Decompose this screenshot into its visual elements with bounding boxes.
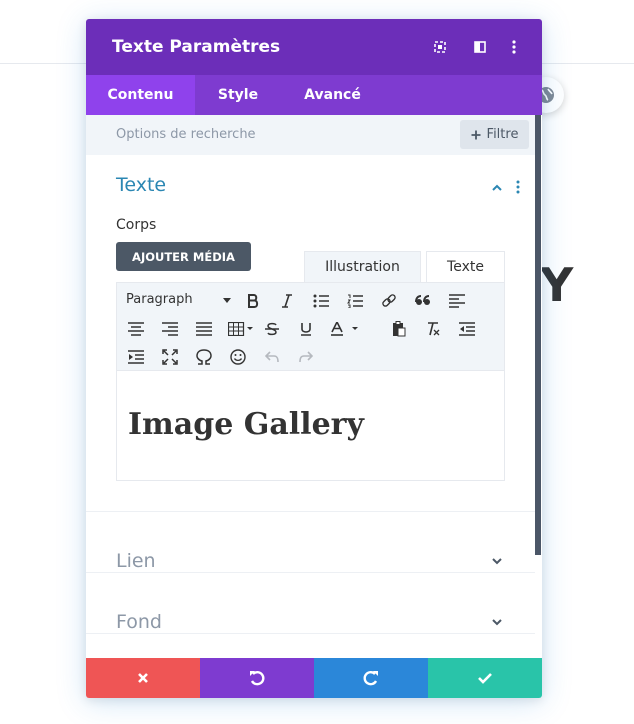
- align-right-icon[interactable]: [158, 318, 182, 340]
- numbered-list-icon[interactable]: [343, 290, 367, 312]
- align-center-icon[interactable]: [124, 318, 148, 340]
- search-input[interactable]: Options de recherche: [116, 127, 256, 142]
- close-icon: [138, 673, 148, 683]
- section-title-lien[interactable]: Lien: [116, 550, 156, 572]
- section-divider: [86, 572, 535, 573]
- editor-undo-icon[interactable]: [260, 346, 284, 368]
- indent-icon[interactable]: [124, 346, 148, 368]
- add-media-button[interactable]: AJOUTER MÉDIA: [116, 242, 251, 271]
- filter-button[interactable]: Filtre: [460, 120, 529, 149]
- background-heading-fragment: Y: [540, 258, 574, 312]
- section-title-texte[interactable]: Texte: [116, 174, 166, 196]
- italic-icon[interactable]: [275, 290, 299, 312]
- field-label-corps: Corps: [116, 217, 157, 233]
- settings-scroll-area[interactable]: Options de recherche Filtre Texte Corps …: [86, 115, 542, 658]
- align-justify-icon[interactable]: [192, 318, 216, 340]
- strikethrough-icon[interactable]: [260, 318, 284, 340]
- modal-title: Texte Paramètres: [112, 37, 281, 57]
- undo-icon: [250, 671, 265, 686]
- settings-modal: Texte Paramètres Contenu Style Avancé Op…: [86, 19, 542, 698]
- special-character-icon[interactable]: [192, 346, 216, 368]
- focus-icon[interactable]: [432, 39, 448, 55]
- section-more-icon[interactable]: [516, 180, 520, 194]
- editor-toolbar: Paragraph: [116, 282, 505, 371]
- undo-button[interactable]: [200, 658, 314, 698]
- more-vertical-icon[interactable]: [506, 39, 522, 55]
- options-search: Options de recherche Filtre: [86, 115, 535, 155]
- underline-icon[interactable]: [294, 318, 318, 340]
- filter-label: Filtre: [486, 127, 519, 142]
- format-select-value: Paragraph: [126, 292, 193, 307]
- caret-down-icon: [223, 298, 231, 303]
- redo-icon: [363, 671, 378, 686]
- table-icon[interactable]: [226, 318, 256, 340]
- chevron-down-icon[interactable]: [490, 554, 504, 568]
- bold-icon[interactable]: [241, 290, 265, 312]
- editor-heading-text: Image Gallery: [128, 407, 364, 442]
- chevron-down-icon[interactable]: [490, 615, 504, 629]
- quote-icon[interactable]: [411, 290, 435, 312]
- cancel-button[interactable]: [86, 658, 200, 698]
- paste-icon[interactable]: [387, 318, 411, 340]
- section-divider: [86, 633, 535, 634]
- columns-icon[interactable]: [472, 39, 488, 55]
- modal-header: Texte Paramètres: [86, 19, 542, 75]
- link-icon[interactable]: [377, 290, 401, 312]
- tab-visual-editor[interactable]: Illustration: [304, 251, 421, 282]
- plus-icon: [471, 130, 481, 139]
- tab-avance[interactable]: Avancé: [281, 75, 384, 115]
- modal-footer: [86, 658, 542, 698]
- check-icon: [478, 673, 492, 684]
- tab-contenu[interactable]: Contenu: [86, 75, 195, 115]
- emoji-icon[interactable]: [226, 346, 250, 368]
- save-button[interactable]: [428, 658, 542, 698]
- chevron-up-icon[interactable]: [490, 181, 504, 195]
- fullscreen-icon[interactable]: [158, 346, 182, 368]
- editor-content-area[interactable]: Image Gallery: [116, 370, 505, 481]
- align-left-icon[interactable]: [445, 290, 469, 312]
- clear-formatting-icon[interactable]: [421, 318, 445, 340]
- section-title-fond[interactable]: Fond: [116, 611, 162, 633]
- format-select[interactable]: Paragraph: [126, 292, 231, 310]
- text-color-icon[interactable]: [328, 318, 362, 340]
- scrollbar[interactable]: [535, 115, 541, 555]
- outdent-icon[interactable]: [455, 318, 479, 340]
- bullet-list-icon[interactable]: [309, 290, 333, 312]
- section-divider: [86, 511, 535, 512]
- redo-button[interactable]: [314, 658, 428, 698]
- tab-text-editor[interactable]: Texte: [426, 251, 505, 282]
- modal-tabs: Contenu Style Avancé: [86, 75, 542, 115]
- tab-style[interactable]: Style: [195, 75, 281, 115]
- editor-redo-icon[interactable]: [294, 346, 318, 368]
